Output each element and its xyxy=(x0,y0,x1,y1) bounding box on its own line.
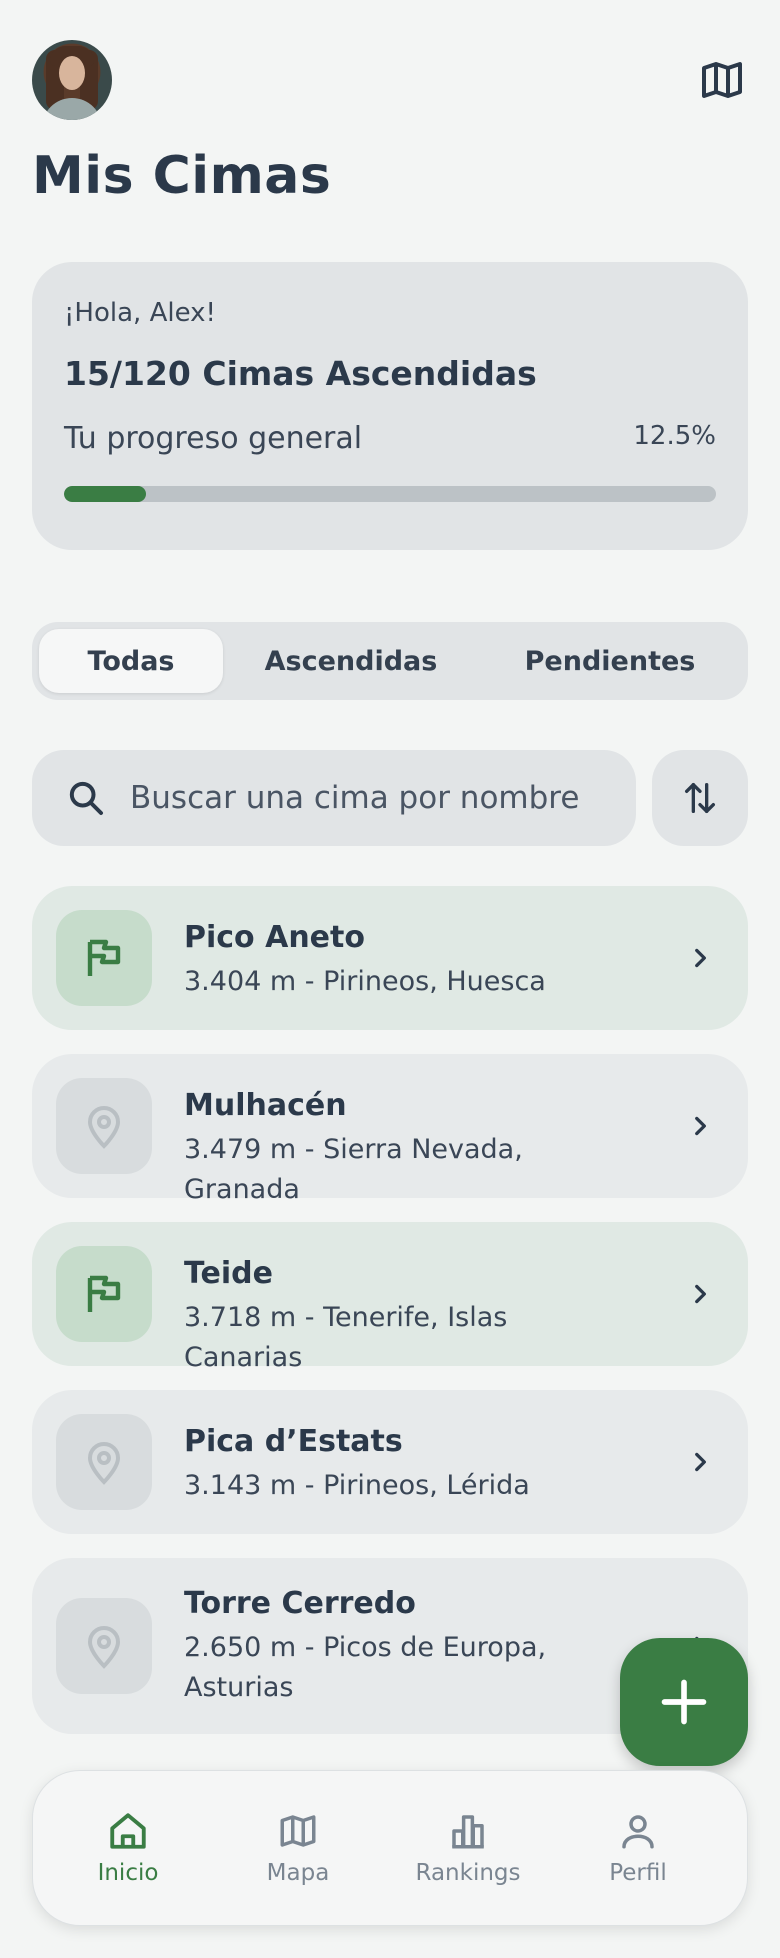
search-bar xyxy=(32,750,636,846)
tab-ascendidas[interactable]: Ascendidas xyxy=(223,629,479,693)
peak-name: Mulhacén xyxy=(184,1088,347,1123)
climbed-badge xyxy=(56,910,152,1006)
pending-badge xyxy=(56,1598,152,1694)
nav-mapa[interactable]: Mapa xyxy=(213,1771,383,1925)
sort-icon xyxy=(685,783,715,813)
progress-bar-fill xyxy=(64,486,146,502)
avatar[interactable] xyxy=(32,40,112,120)
peak-card-pico-aneto[interactable]: Pico Aneto 3.404 m - Pirineos, Huesca xyxy=(32,886,748,1030)
search-icon xyxy=(69,781,103,815)
greeting: ¡Hola, Alex! xyxy=(64,298,216,328)
nav-label: Perfil xyxy=(609,1860,667,1886)
pending-badge xyxy=(56,1078,152,1174)
peak-name: Teide xyxy=(184,1256,273,1291)
progress-percent: 12.5% xyxy=(633,421,716,451)
tab-pendientes[interactable]: Pendientes xyxy=(479,629,741,693)
chevron-right-icon xyxy=(682,940,718,976)
nav-label: Mapa xyxy=(266,1860,330,1886)
peak-name: Pica d’Estats xyxy=(184,1424,403,1459)
nav-rankings[interactable]: Rankings xyxy=(383,1771,553,1925)
peak-meta: 3.143 m - Pirineos, Lérida xyxy=(184,1470,530,1501)
sort-button[interactable] xyxy=(652,750,748,846)
map-view-button[interactable] xyxy=(696,54,748,106)
map-icon xyxy=(280,1815,316,1847)
peak-meta: 3.479 m - Sierra Nevada, Granada xyxy=(184,1134,523,1205)
peak-card-mulhacen[interactable]: Mulhacén 3.479 m - Sierra Nevada, Granad… xyxy=(32,1054,748,1205)
nav-perfil[interactable]: Perfil xyxy=(553,1771,723,1925)
bottom-nav: Inicio Mapa Rankings Perfil xyxy=(32,1770,748,1926)
profile-icon xyxy=(622,1815,654,1849)
map-pin-icon xyxy=(87,1442,121,1485)
chevron-right-icon xyxy=(682,1276,718,1312)
nav-inicio[interactable]: Inicio xyxy=(43,1771,213,1925)
progress-label: Tu progreso general xyxy=(64,421,363,456)
climbed-count: 15/120 Cimas Ascendidas xyxy=(64,354,537,393)
peak-name: Pico Aneto xyxy=(184,920,365,955)
home-icon xyxy=(110,1813,146,1849)
page-title: Mis Cimas xyxy=(32,146,332,206)
tab-todas[interactable]: Todas xyxy=(39,629,223,693)
header xyxy=(32,40,748,120)
flag-icon xyxy=(87,939,121,976)
peak-card-pica-destats[interactable]: Pica d’Estats 3.143 m - Pirineos, Lérida xyxy=(32,1390,748,1534)
map-icon xyxy=(702,62,742,98)
peak-name: Torre Cerredo xyxy=(184,1586,416,1621)
flag-icon xyxy=(87,1275,121,1312)
map-pin-icon xyxy=(87,1106,121,1149)
rankings-icon xyxy=(452,1815,484,1849)
climbed-badge xyxy=(56,1246,152,1342)
nav-label: Rankings xyxy=(415,1860,521,1886)
progress-bar xyxy=(64,486,716,502)
search-input[interactable] xyxy=(130,780,610,816)
peak-card-teide[interactable]: Teide 3.718 m - Tenerife, Islas Canarias xyxy=(32,1222,748,1373)
add-peak-button[interactable] xyxy=(620,1638,748,1766)
peak-meta: 2.650 m - Picos de Europa, Asturias xyxy=(184,1632,547,1703)
peak-meta: 3.404 m - Pirineos, Huesca xyxy=(184,966,546,997)
pending-badge xyxy=(56,1414,152,1510)
nav-label: Inicio xyxy=(97,1860,159,1886)
chevron-right-icon xyxy=(682,1444,718,1480)
peak-meta: 3.718 m - Tenerife, Islas Canarias xyxy=(184,1302,508,1373)
filter-tabs: Todas Ascendidas Pendientes xyxy=(32,622,748,700)
plus-icon xyxy=(661,1679,707,1725)
chevron-right-icon xyxy=(682,1108,718,1144)
progress-card: ¡Hola, Alex! 15/120 Cimas Ascendidas Tu … xyxy=(32,262,748,550)
map-pin-icon xyxy=(87,1626,121,1669)
